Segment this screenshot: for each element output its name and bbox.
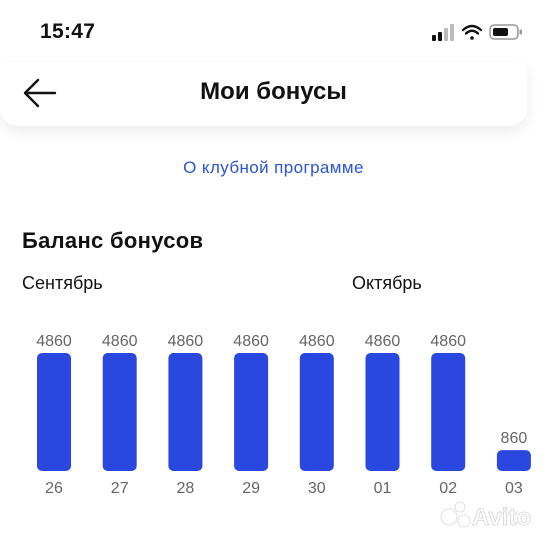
bar-value-label: 4860 <box>36 333 72 350</box>
chart-bar[interactable] <box>168 353 203 471</box>
x-tick-label: 28 <box>177 480 195 497</box>
svg-text:Avito: Avito <box>472 504 531 531</box>
month-label-october: Октябрь <box>352 273 422 293</box>
x-tick-label: 02 <box>439 480 457 497</box>
signal-icon <box>432 24 454 41</box>
x-tick-label: 01 <box>374 480 392 497</box>
battery-icon <box>489 24 522 40</box>
watermark-logo: Avito <box>440 501 532 531</box>
bar-value-label: 4860 <box>168 333 204 350</box>
page-title: Мои бонусы <box>200 78 347 105</box>
avito-logo-icon <box>440 501 471 528</box>
bar-value-label: 4860 <box>102 333 138 350</box>
bar-value-label: 4860 <box>365 333 401 350</box>
chart-bar[interactable] <box>431 353 466 471</box>
x-tick-label: 26 <box>45 480 63 497</box>
x-tick-label: 03 <box>505 480 523 497</box>
chart-bar[interactable] <box>234 353 269 471</box>
month-label-september: Сентябрь <box>22 273 103 293</box>
bar-value-label: 860 <box>501 430 528 447</box>
status-time: 15:47 <box>40 20 96 43</box>
bar-value-label: 4860 <box>430 333 466 350</box>
bar-value-label: 4860 <box>233 333 269 350</box>
x-tick-label: 29 <box>242 480 260 497</box>
wifi-icon <box>461 24 483 40</box>
chart-bar[interactable] <box>37 353 71 471</box>
status-bar: 15:47 <box>0 0 547 62</box>
chart-bar[interactable] <box>496 450 531 471</box>
section-title: Баланс бонусов <box>22 228 204 253</box>
bonus-balance-chart: 4860 26 4860 27 4860 28 4860 29 4860 30 4860 01 4860… <box>36 333 531 497</box>
chart-bar[interactable] <box>102 353 137 471</box>
bar-value-label: 4860 <box>299 333 335 350</box>
status-icons <box>432 24 522 41</box>
chart-bar[interactable] <box>299 353 334 471</box>
app-header: Мои бонусы <box>0 62 527 126</box>
club-program-link[interactable]: О клубной программе <box>0 158 547 178</box>
chart-bar[interactable] <box>365 353 400 471</box>
x-tick-label: 27 <box>111 480 129 497</box>
x-tick-label: 30 <box>308 480 326 497</box>
